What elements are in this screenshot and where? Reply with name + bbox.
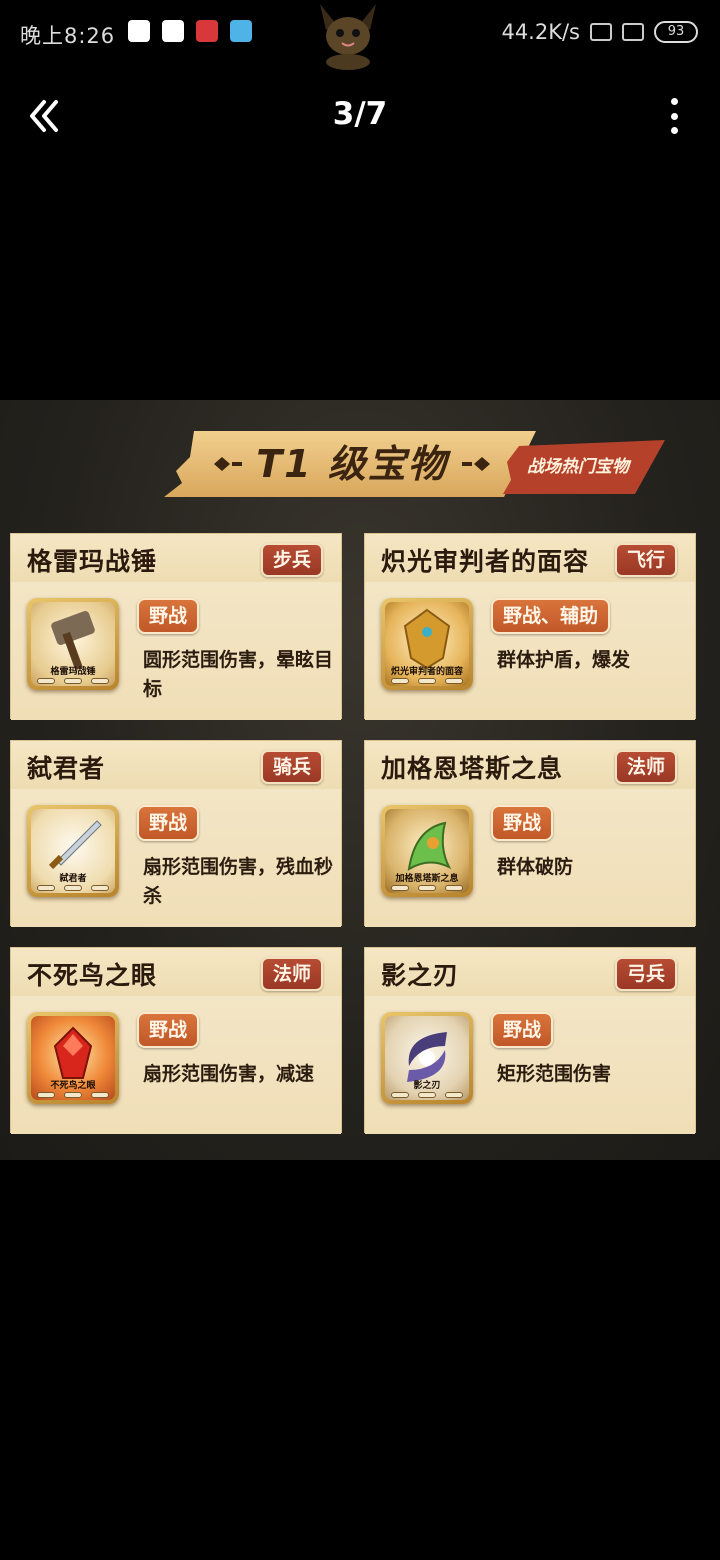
page-counter: 3/7 bbox=[332, 96, 388, 132]
unit-type-badge: 法师 bbox=[614, 750, 677, 784]
treasure-name: 加格恩塔斯之息 bbox=[381, 754, 564, 783]
more-dot-icon bbox=[670, 127, 678, 134]
mascot-icon bbox=[320, 4, 376, 70]
signal-icon bbox=[622, 23, 644, 41]
unit-type-badge: 步兵 bbox=[260, 543, 323, 577]
treasure-card[interactable]: 影之刃 弓兵 影之刃 野战 矩形范围伤害 bbox=[364, 947, 696, 1134]
treasure-card[interactable]: 炽光审判者的面容 飞行 炽光审判者的面容 野战、辅助 群体护盾，爆发 bbox=[364, 533, 696, 720]
wifi-icon bbox=[590, 23, 612, 41]
effect-description: 扇形范围伤害，减速 bbox=[143, 1063, 315, 1085]
viewer-nav: 3/7 bbox=[0, 84, 720, 148]
game-app-icon bbox=[196, 20, 218, 42]
teamviewer-app-icon bbox=[162, 20, 184, 42]
treasure-icon-caption: 格雷玛战锤 bbox=[50, 667, 96, 677]
treasure-name: 不死鸟之眼 bbox=[27, 961, 158, 990]
more-options-button[interactable] bbox=[664, 98, 684, 134]
shadow-blade-icon: 影之刃 bbox=[381, 1012, 473, 1104]
status-time: 晚上8:26 bbox=[20, 24, 116, 48]
poster-title: T1 级宝物 bbox=[256, 442, 448, 486]
title-banner: T1 级宝物 bbox=[164, 427, 540, 501]
treasure-icon-caption: 加格恩塔斯之息 bbox=[395, 874, 459, 884]
hot-tag-banner: 战场热门宝物 bbox=[503, 440, 665, 494]
effect-description: 扇形范围伤害，残血秒杀 bbox=[143, 856, 334, 907]
effect-description: 群体破防 bbox=[497, 856, 574, 878]
effect-description: 群体护盾，爆发 bbox=[497, 649, 631, 671]
weather-app-icon bbox=[230, 20, 252, 42]
hot-tag-text: 战场热门宝物 bbox=[527, 457, 629, 477]
battery-icon: 93 bbox=[654, 21, 698, 43]
treasure-name: 影之刃 bbox=[381, 961, 460, 990]
unit-type-badge: 骑兵 bbox=[260, 750, 323, 784]
category-badge: 野战 bbox=[491, 805, 554, 841]
treasure-card[interactable]: 加格恩塔斯之息 法师 加格恩塔斯之息 野战 群体破防 bbox=[364, 740, 696, 927]
treasure-card[interactable]: 弑君者 骑兵 弑君者 野战 扇形范围伤害，残血秒杀 bbox=[10, 740, 342, 927]
dragon-breath-icon: 加格恩塔斯之息 bbox=[381, 805, 473, 897]
treasure-icon-caption: 影之刃 bbox=[413, 1081, 441, 1091]
golden-mask-icon: 炽光审判者的面容 bbox=[381, 598, 473, 690]
category-badge: 野战 bbox=[137, 1012, 200, 1048]
network-speed: 44.2K/s bbox=[501, 20, 580, 44]
treasure-card[interactable]: 不死鸟之眼 法师 不死鸟之眼 野战 扇形范围伤害，减速 bbox=[10, 947, 342, 1134]
treasure-icon-caption: 不死鸟之眼 bbox=[50, 1081, 96, 1091]
dagger-icon: 弑君者 bbox=[27, 805, 119, 897]
treasure-name: 格雷玛战锤 bbox=[27, 547, 158, 576]
unit-type-badge: 法师 bbox=[260, 957, 323, 991]
category-badge: 野战 bbox=[491, 1012, 554, 1048]
category-badge: 野战、辅助 bbox=[491, 598, 611, 634]
notification-icons bbox=[128, 20, 252, 42]
unit-type-badge: 弓兵 bbox=[614, 957, 677, 991]
treasure-name: 弑君者 bbox=[27, 754, 106, 783]
status-indicators: 44.2K/s 93 bbox=[501, 20, 698, 44]
category-badge: 野战 bbox=[137, 598, 200, 634]
effect-description: 矩形范围伤害 bbox=[497, 1063, 612, 1085]
treasure-icon-caption: 弑君者 bbox=[59, 874, 87, 884]
more-dot-icon bbox=[670, 112, 678, 120]
status-bar: 晚上8:26 44.2K/s 93 bbox=[0, 0, 720, 70]
treasure-icon-caption: 炽光审判者的面容 bbox=[390, 667, 463, 677]
category-badge: 野战 bbox=[137, 805, 200, 841]
treasure-card[interactable]: 格雷玛战锤 步兵 格雷玛战锤 野战 圆形范围伤害，晕眩目标 bbox=[10, 533, 342, 720]
treasure-name: 炽光审判者的面容 bbox=[381, 547, 590, 576]
mi-app-icon bbox=[128, 20, 150, 42]
unit-type-badge: 飞行 bbox=[614, 543, 677, 577]
poster-image[interactable]: T1 级宝物 战场热门宝物 格雷玛战锤 步兵 格雷玛战锤 野战 圆形范围伤害，晕… bbox=[0, 400, 720, 1160]
effect-description: 圆形范围伤害，晕眩目标 bbox=[143, 649, 334, 700]
phoenix-gem-icon: 不死鸟之眼 bbox=[27, 1012, 119, 1104]
more-dot-icon bbox=[670, 98, 678, 105]
hammer-icon: 格雷玛战锤 bbox=[27, 598, 119, 690]
